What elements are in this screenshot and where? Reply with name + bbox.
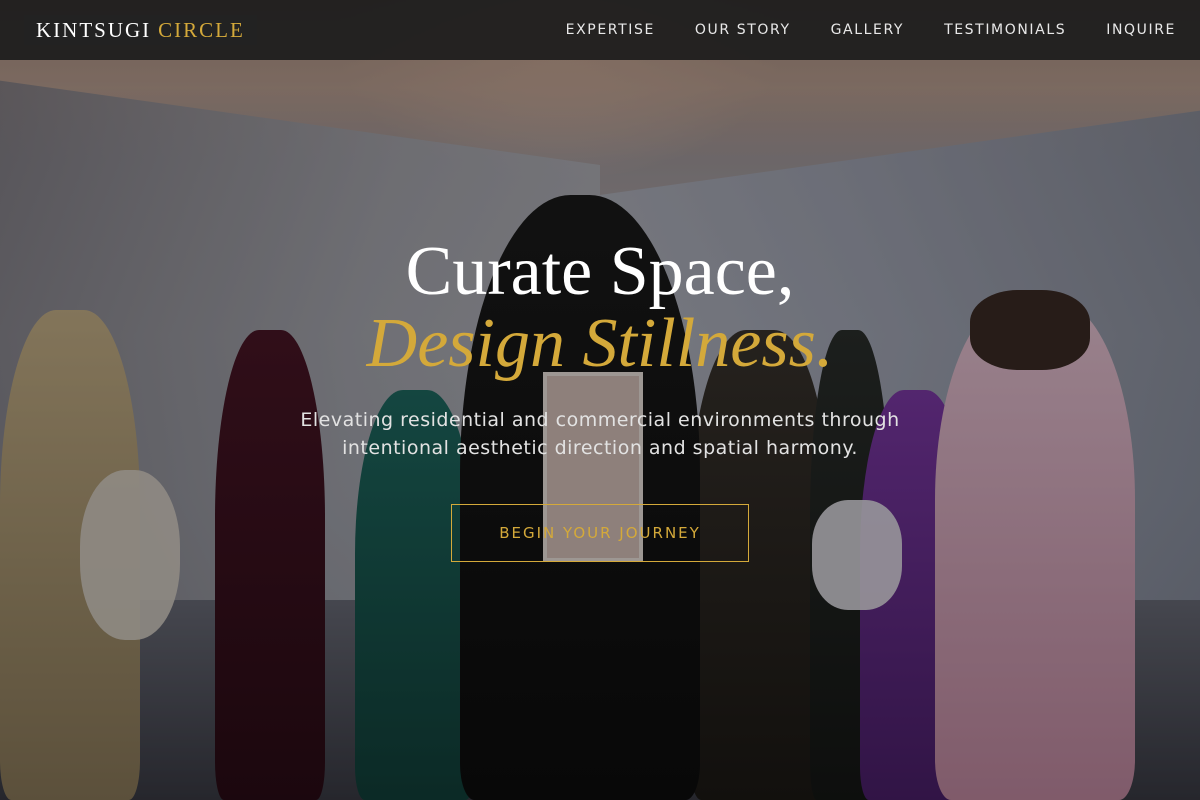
nav-link-expertise[interactable]: EXPERTISE — [566, 22, 655, 38]
top-navigation: KINTSUGI CIRCLE EXPERTISE OUR STORY GALL… — [0, 0, 1200, 60]
nav-link-gallery[interactable]: GALLERY — [831, 22, 904, 38]
nav-links: EXPERTISE OUR STORY GALLERY TESTIMONIALS… — [566, 22, 1176, 38]
hero-headline-line2: Design Stillness. — [366, 305, 834, 382]
nav-link-inquire[interactable]: INQUIRE — [1106, 22, 1176, 38]
brand-name-part2: CIRCLE — [158, 17, 245, 42]
begin-journey-button[interactable]: BEGIN YOUR JOURNEY — [451, 504, 749, 562]
brand-logo[interactable]: KINTSUGI CIRCLE — [24, 15, 257, 45]
hero-subtitle: Elevating residential and commercial env… — [300, 409, 900, 459]
nav-link-testimonials[interactable]: TESTIMONIALS — [944, 22, 1066, 38]
hero-section: Curate Space, Design Stillness. Elevatin… — [0, 236, 1200, 562]
landing-page: KINTSUGI CIRCLE EXPERTISE OUR STORY GALL… — [0, 0, 1200, 800]
hero-headline: Curate Space, Design Stillness. — [0, 236, 1200, 380]
nav-link-our-story[interactable]: OUR STORY — [695, 22, 791, 38]
hero-headline-line1: Curate Space, — [405, 233, 795, 310]
brand-name-part1: KINTSUGI — [36, 17, 152, 42]
